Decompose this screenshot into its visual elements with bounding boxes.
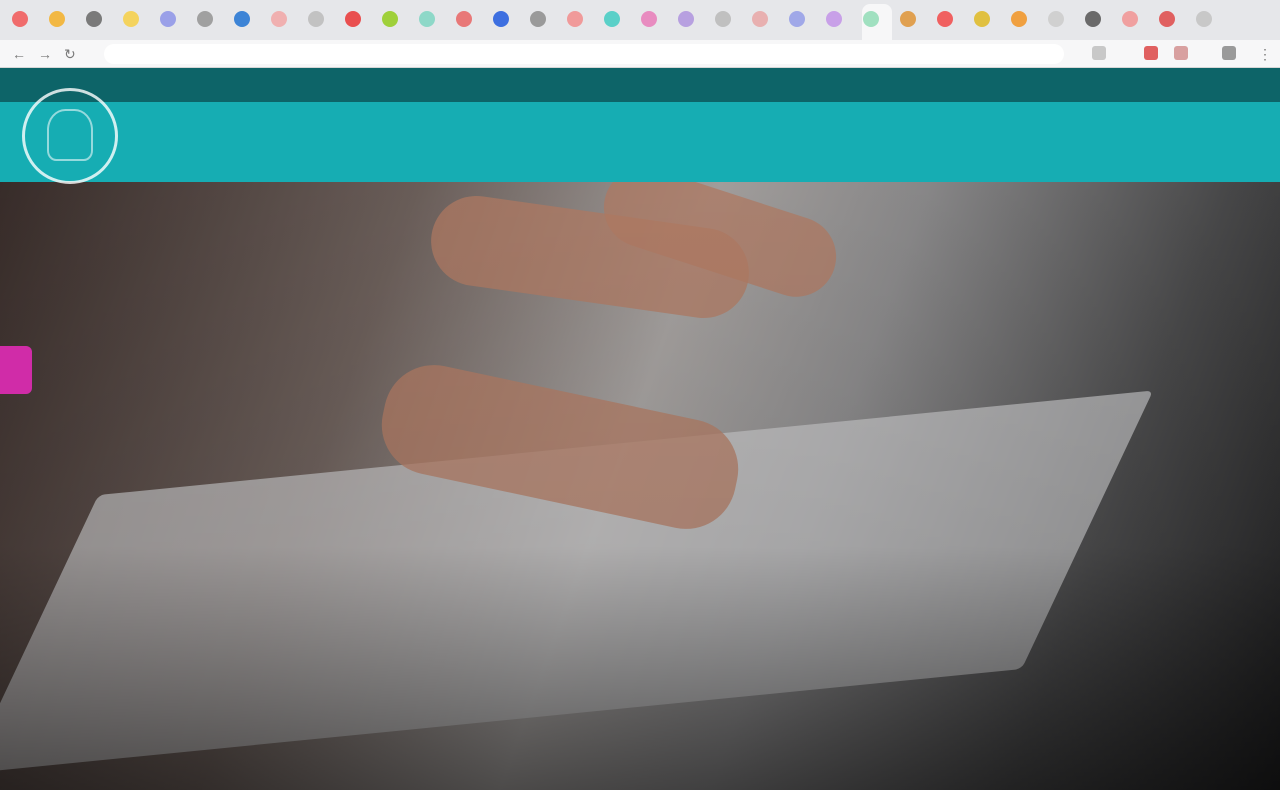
- tab-favicon-icon[interactable]: [900, 11, 916, 27]
- tab-favicon-icon[interactable]: [567, 11, 583, 27]
- tab-favicon-icon[interactable]: [678, 11, 694, 27]
- hero-overlay: [0, 182, 1280, 790]
- hero-title: [118, 310, 1078, 368]
- tab-favicon-icon[interactable]: [715, 11, 731, 27]
- site-logo[interactable]: [22, 88, 118, 184]
- extension-icon[interactable]: [1092, 46, 1106, 60]
- tab-favicon-icon[interactable]: [826, 11, 842, 27]
- extension-icon[interactable]: [1144, 46, 1158, 60]
- site-top-bar: [0, 68, 1280, 102]
- tab-favicon-icon[interactable]: [1159, 11, 1175, 27]
- tab-favicon-icon[interactable]: [86, 11, 102, 27]
- logo-emblem-icon: [47, 109, 93, 161]
- tab-favicon-icon[interactable]: [12, 11, 28, 27]
- tab-favicon-icon[interactable]: [1048, 11, 1064, 27]
- menu-icon[interactable]: ⋮: [1258, 45, 1272, 63]
- hero-banner: [0, 182, 1280, 790]
- tab-favicon-icon[interactable]: [49, 11, 65, 27]
- tab-favicon-icon[interactable]: [493, 11, 509, 27]
- extension-icon[interactable]: [1174, 46, 1188, 60]
- tab-favicon-icon[interactable]: [641, 11, 657, 27]
- tab-favicon-icon[interactable]: [1122, 11, 1138, 27]
- tab-favicon-icon[interactable]: [382, 11, 398, 27]
- back-icon[interactable]: ←: [12, 45, 26, 63]
- tab-favicon-icon[interactable]: [456, 11, 472, 27]
- tab-favicon-icon[interactable]: [1085, 11, 1101, 27]
- side-feedback-tab[interactable]: [0, 346, 32, 394]
- tab-favicon-icon[interactable]: [863, 11, 879, 27]
- tab-favicon-icon[interactable]: [197, 11, 213, 27]
- forward-icon[interactable]: →: [38, 45, 52, 63]
- browser-toolbar: ← → ↻ ⋮: [0, 40, 1280, 68]
- tab-favicon-icon[interactable]: [752, 11, 768, 27]
- main-navigation: [0, 102, 1280, 182]
- tab-favicon-icon[interactable]: [160, 11, 176, 27]
- tab-favicon-icon[interactable]: [419, 11, 435, 27]
- tab-favicon-icon[interactable]: [271, 11, 287, 27]
- tab-favicon-icon[interactable]: [234, 11, 250, 27]
- browser-tab-strip: [0, 0, 1280, 40]
- tab-favicon-icon[interactable]: [789, 11, 805, 27]
- tab-favicon-icon[interactable]: [308, 11, 324, 27]
- tab-favicon-icon[interactable]: [937, 11, 953, 27]
- tab-favicon-icon[interactable]: [123, 11, 139, 27]
- tab-favicon-icon[interactable]: [1011, 11, 1027, 27]
- reload-icon[interactable]: ↻: [64, 45, 76, 63]
- extension-icon[interactable]: [1222, 46, 1236, 60]
- tab-favicon-icon[interactable]: [1196, 11, 1212, 27]
- address-bar[interactable]: [104, 44, 1064, 64]
- tab-favicon-icon[interactable]: [345, 11, 361, 27]
- tab-favicon-icon[interactable]: [530, 11, 546, 27]
- tab-favicon-icon[interactable]: [974, 11, 990, 27]
- tab-favicon-icon[interactable]: [604, 11, 620, 27]
